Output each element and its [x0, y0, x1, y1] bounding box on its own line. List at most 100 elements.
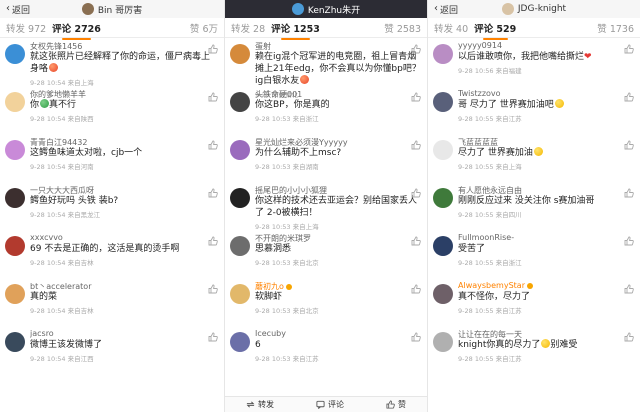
avatar[interactable] [230, 188, 250, 208]
like-button[interactable] [411, 140, 421, 150]
like-button[interactable] [624, 188, 634, 198]
comment-username[interactable]: 头铁命硬001 [255, 86, 421, 99]
comment-username[interactable]: 女权先锋1456 [30, 38, 218, 51]
like-button[interactable] [411, 92, 421, 102]
username-text: 不开朗的米琪罗 [255, 234, 311, 243]
avatar[interactable] [5, 332, 25, 352]
avatar[interactable] [433, 284, 453, 304]
tab-comment[interactable]: 评论 1253 [271, 21, 320, 40]
comment-meta: 9-28 10:53 来自北京 [255, 259, 319, 267]
tab-bar: 转发 28 评论 1253 赞 2583 [225, 18, 427, 40]
comment-username[interactable]: 让让在在的每一天 [458, 326, 634, 339]
avatar[interactable] [433, 92, 453, 112]
comment-meta: 9-28 10:55 来自江苏 [458, 307, 522, 315]
avatar[interactable] [230, 236, 250, 256]
comment-username[interactable]: FullmoonRise- [458, 230, 634, 243]
comment-username[interactable]: 蘑初九o [255, 278, 421, 291]
comment-text: 鳄鱼好玩吗 头铁 装b? [30, 195, 218, 207]
like-button[interactable] [208, 284, 218, 294]
username-text: AlwaysbemyStar [458, 281, 525, 290]
back-button[interactable]: ‹ 返回 [434, 3, 458, 16]
like-button[interactable] [208, 236, 218, 246]
avatar[interactable] [5, 140, 25, 160]
like-button[interactable] [208, 92, 218, 102]
comment-text: 就这张照片已经解释了你的命运，僵尸病毒上身咯 [30, 51, 218, 75]
comment-username[interactable]: Icecuby [255, 326, 421, 339]
avatar[interactable] [433, 140, 453, 160]
comment-username[interactable]: 飞蓝蓝蓝蓝 [458, 134, 634, 147]
tab-like[interactable]: 赞 2583 [384, 21, 421, 35]
comment-text: 赖在ig混个冠军进的电竞圈，祖上冒青烟摊上21年edg，你不会真以为你懂bp吧？… [255, 51, 421, 87]
avatar[interactable] [230, 92, 250, 112]
comment-username[interactable]: yyyyy0914 [458, 38, 634, 51]
like-button[interactable] [208, 188, 218, 198]
comment-username[interactable]: 你的爹地懒羊羊 [30, 86, 218, 99]
comment-username[interactable]: 一只大大大西瓜呀 [30, 182, 218, 195]
comment-username[interactable]: jacsro [30, 326, 218, 339]
screenshot-collage: ‹ 返回 Bin 哥厉害 转发 972 评论 2726 赞 6万 女权先锋145… [0, 0, 640, 412]
avatar[interactable] [230, 284, 250, 304]
comment-username[interactable]: 星光灿烂来必须漫Yyyyyy [255, 134, 421, 147]
comment-username[interactable]: 不开朗的米琪罗 [255, 230, 421, 243]
comment-label: 评论 [328, 400, 344, 409]
like-button[interactable] [624, 140, 634, 150]
avatar[interactable] [230, 44, 250, 64]
comment-username[interactable]: AlwaysbemyStar [458, 278, 634, 291]
like-button[interactable] [411, 284, 421, 294]
thumbs-up-icon [624, 332, 634, 342]
avatar[interactable] [230, 140, 250, 160]
like-button[interactable] [624, 92, 634, 102]
tab-repost[interactable]: 转发 972 [6, 21, 46, 35]
like-button[interactable] [624, 236, 634, 246]
like-button[interactable] [411, 188, 421, 198]
like-button[interactable] [624, 284, 634, 294]
like-button[interactable]: 赞 [386, 399, 406, 410]
tab-like[interactable]: 赞 1736 [597, 21, 634, 35]
avatar[interactable] [5, 236, 25, 256]
like-button[interactable] [208, 44, 218, 54]
thumbs-up-icon [624, 188, 634, 198]
comment-username[interactable]: 蛋射 [255, 38, 421, 51]
tab-like[interactable]: 赞 6万 [190, 21, 218, 35]
like-button[interactable] [624, 44, 634, 54]
avatar[interactable] [230, 332, 250, 352]
comment-username[interactable]: Twistzzovo [458, 86, 634, 99]
avatar[interactable] [5, 188, 25, 208]
tab-repost[interactable]: 转发 40 [434, 21, 468, 35]
tab-comment[interactable]: 评论 529 [474, 21, 516, 40]
comment-username[interactable]: 摇尾巴的小小小狐狸 [255, 182, 421, 195]
tab-repost[interactable]: 转发 28 [231, 21, 265, 35]
comment-text: 刚刚反应过来 没关注你 s赛加油哥 [458, 195, 634, 207]
back-label: 返回 [440, 5, 459, 16]
like-button[interactable] [411, 44, 421, 54]
avatar[interactable] [5, 284, 25, 304]
like-button[interactable] [208, 140, 218, 150]
comment-meta: 9-28 10:54 来自河南 [30, 163, 94, 171]
avatar[interactable] [5, 44, 25, 64]
comment-username[interactable]: xxxcvvo [30, 230, 218, 243]
avatar[interactable] [433, 188, 453, 208]
comment-button[interactable]: 评论 [316, 399, 344, 410]
like-button[interactable] [411, 332, 421, 342]
avatar[interactable] [5, 92, 25, 112]
comment-username[interactable]: bt丶accelerator [30, 278, 218, 291]
username-text: jacsro [30, 329, 54, 338]
avatar[interactable] [433, 236, 453, 256]
like-button[interactable] [208, 332, 218, 342]
comment-text-body: 以后谁敢喷你，我把他嘴给撕烂 [458, 52, 585, 62]
username-text: 蘑初九o [255, 282, 284, 291]
comment-username[interactable]: 有人愿他永远自由 [458, 182, 634, 195]
thumbs-up-icon [411, 92, 421, 102]
like-button[interactable] [624, 332, 634, 342]
avatar[interactable] [433, 332, 453, 352]
repost-button[interactable]: 转发 [246, 399, 274, 410]
comment-username[interactable]: 青青白江94432 [30, 134, 218, 147]
avatar[interactable] [433, 44, 453, 64]
username-text: 飞蓝蓝蓝蓝 [458, 138, 498, 147]
panel-kenzhu-comments: KenZhu朱开 转发 28 评论 1253 赞 2583 蛋射 赖在ig混个冠军… [224, 0, 427, 412]
comment-item: Twistzzovo 哥 尽力了 世界赛加油吧 9-28 10:55 来自江苏 [428, 86, 640, 134]
back-button[interactable]: ‹ 返回 [6, 3, 30, 16]
tab-comment[interactable]: 评论 2726 [52, 21, 101, 40]
thumbs-up-icon [208, 332, 218, 342]
like-button[interactable] [411, 236, 421, 246]
